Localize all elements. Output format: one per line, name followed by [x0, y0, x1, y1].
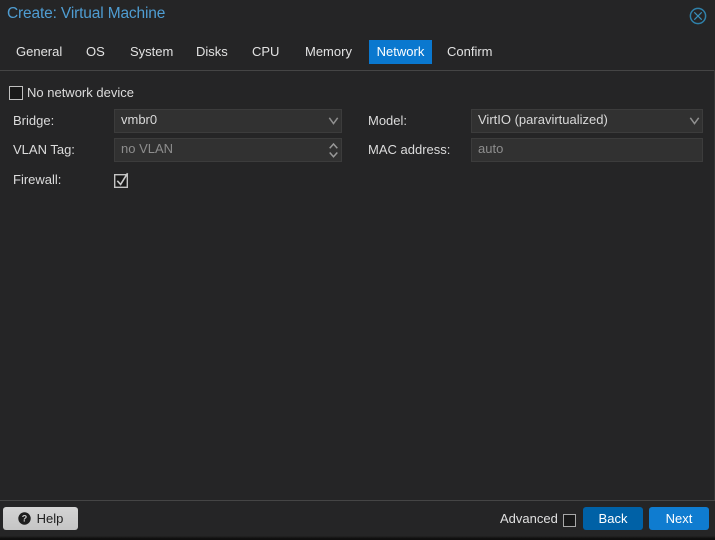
svg-text:?: ?: [21, 514, 27, 524]
